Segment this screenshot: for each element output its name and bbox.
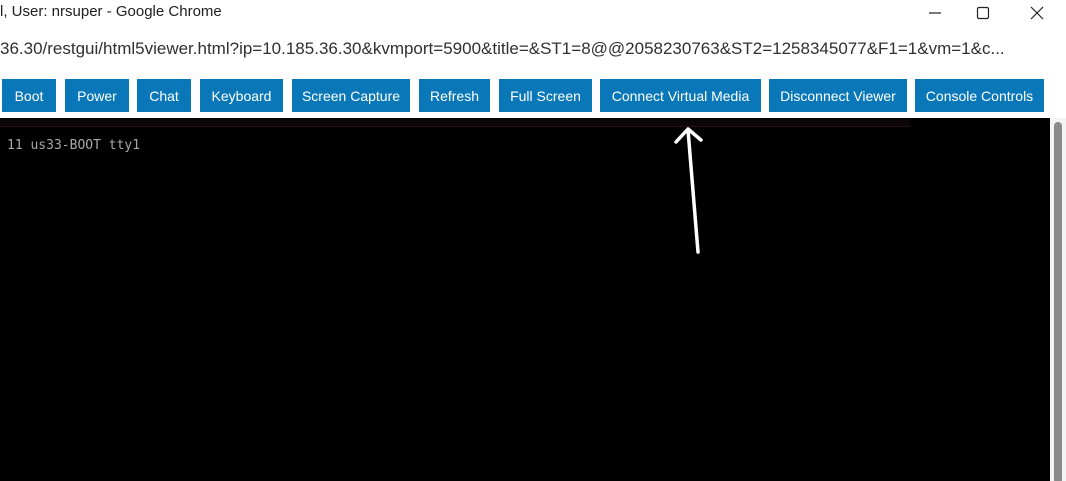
maximize-icon xyxy=(976,6,990,20)
connect-virtual-media-button[interactable]: Connect Virtual Media xyxy=(600,79,761,112)
screen-capture-button[interactable]: Screen Capture xyxy=(292,79,410,112)
console-controls-button[interactable]: Console Controls xyxy=(915,79,1044,112)
close-icon xyxy=(1030,6,1044,20)
window-title: l, User: nrsuper - Google Chrome xyxy=(0,3,222,20)
keyboard-button[interactable]: Keyboard xyxy=(200,79,283,112)
maximize-button[interactable] xyxy=(960,0,1006,26)
disconnect-viewer-button[interactable]: Disconnect Viewer xyxy=(769,79,907,112)
minimize-button[interactable] xyxy=(912,0,958,26)
url-text[interactable]: 36.30/restgui/html5viewer.html?ip=10.185… xyxy=(0,39,1060,59)
console-output: 11 us33-BOOT tty1 xyxy=(7,138,141,153)
title-bar: l, User: nrsuper - Google Chrome xyxy=(0,0,1066,26)
kvm-console-screen[interactable]: 11 us33-BOOT tty1 xyxy=(0,118,1050,481)
browser-window: l, User: nrsuper - Google Chrome 36.30/r… xyxy=(0,0,1066,481)
vertical-scrollbar[interactable] xyxy=(1050,118,1066,481)
kvm-toolbar: Boot Power Chat Keyboard Screen Capture … xyxy=(0,72,1066,118)
refresh-button[interactable]: Refresh xyxy=(419,79,490,112)
console-top-strip xyxy=(0,118,910,127)
full-screen-button[interactable]: Full Screen xyxy=(499,79,592,112)
scrollbar-thumb[interactable] xyxy=(1054,122,1062,481)
boot-button[interactable]: Boot xyxy=(2,79,56,112)
minimize-icon xyxy=(929,12,941,14)
power-button[interactable]: Power xyxy=(65,79,129,112)
chat-button[interactable]: Chat xyxy=(137,79,191,112)
close-button[interactable] xyxy=(1014,0,1060,26)
address-bar[interactable]: 36.30/restgui/html5viewer.html?ip=10.185… xyxy=(0,26,1066,73)
